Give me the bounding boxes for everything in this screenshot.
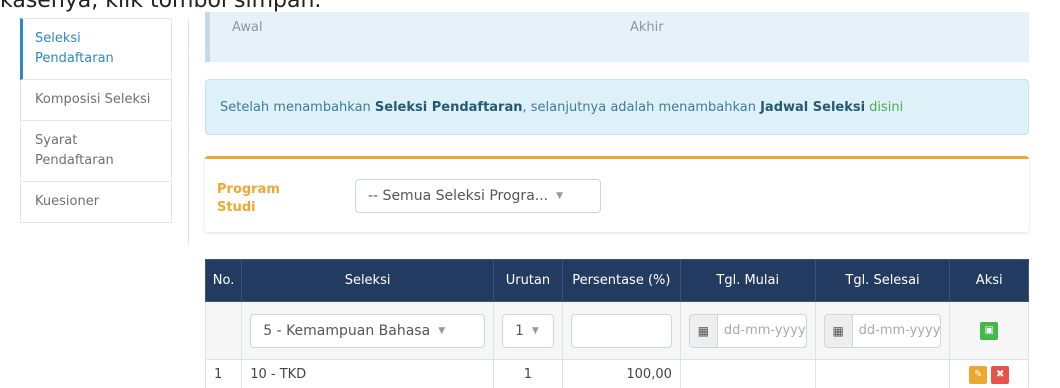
col-header-seleksi: Seleksi [241,259,494,302]
urutan-select[interactable]: 1 ▼ [501,313,554,348]
col-header-persentase: Persentase (%) [561,259,681,302]
awal-label: Awal [232,20,263,35]
input-row: 5 - Kemampuan Bahasa ▼ 1 ▼ ▦ dd-mm-yyyy [204,301,1029,360]
cell-persentase: 100,00 [561,359,681,388]
col-header-urutan: Urutan [492,259,563,302]
cell-tgl-selesai [814,359,951,388]
seleksi-select-value: 5 - Kemampuan Bahasa [263,322,431,339]
tgl-mulai-placeholder: dd-mm-yyyy [723,323,806,338]
sidebar-item-seleksi-pendaftaran[interactable]: Seleksi Pendaftaran [20,18,172,80]
cell-seleksi: 10 - TKD [241,359,494,388]
date-range-info: Awal Akhir [205,12,1029,62]
persentase-input[interactable] [570,313,672,348]
save-icon: ▣ [984,325,994,336]
col-header-tgl-selesai: Tgl. Selesai [814,259,951,302]
tgl-mulai-input[interactable]: ▦ dd-mm-yyyy [688,313,807,348]
alert-text-1: Setelah menambahkan [220,99,375,115]
alert-text-2: , selanjutnya adalah menambahkan [522,99,761,115]
info-alert: Setelah menambahkan Seleksi Pendaftaran … [205,79,1029,135]
table-header-row: No. Seleksi Urutan Persentase (%) Tgl. M… [204,259,1029,302]
chevron-down-icon: ▼ [531,325,539,336]
chevron-down-icon: ▼ [438,325,446,336]
sidebar-divider [188,18,189,246]
col-header-aksi: Aksi [949,259,1029,302]
cell-tgl-mulai [679,359,816,388]
pencil-icon: ✎ [974,369,983,380]
tgl-selesai-input[interactable]: ▦ dd-mm-yyyy [823,313,942,348]
cell-no: 1 [204,359,243,388]
table-row: 1 10 - TKD 1 100,00 ✎ ✖ [204,359,1029,388]
chevron-down-icon: ▼ [556,191,564,201]
edit-button[interactable]: ✎ [969,365,988,384]
cell-urutan: 1 [492,359,563,388]
akhir-label: Akhir [630,20,664,35]
alert-bold-2: Jadwal Seleksi [760,99,866,115]
calendar-icon: ▦ [824,314,853,347]
program-studi-label: Program Studi [217,182,280,215]
program-studi-value: -- Semua Seleksi Progra... [368,188,549,204]
delete-button[interactable]: ✖ [991,365,1010,384]
program-studi-select[interactable]: -- Semua Seleksi Progra... ▼ [355,179,601,213]
sidebar: Seleksi Pendaftaran Komposisi Seleksi Sy… [20,18,172,223]
sidebar-item-komposisi-seleksi[interactable]: Komposisi Seleksi [20,80,172,121]
alert-link-disini[interactable]: disini [869,100,903,115]
tgl-selesai-placeholder: dd-mm-yyyy [858,323,941,338]
col-header-no: No. [204,259,243,302]
alert-bold-1: Seleksi Pendaftaran [374,99,523,115]
seleksi-select[interactable]: 5 - Kemampuan Bahasa ▼ [250,313,485,348]
filter-panel: Program Studi -- Semua Seleksi Progra...… [205,156,1029,232]
calendar-icon: ▦ [689,314,718,347]
seleksi-table: No. Seleksi Urutan Persentase (%) Tgl. M… [204,259,1029,388]
trash-icon: ✖ [996,369,1005,380]
col-header-tgl-mulai: Tgl. Mulai [679,259,816,302]
sidebar-item-kuesioner[interactable]: Kuesioner [20,182,172,223]
sidebar-item-syarat-pendaftaran[interactable]: Syarat Pendaftaran [20,121,172,182]
urutan-select-value: 1 [514,322,524,339]
save-button[interactable]: ▣ [980,321,999,340]
